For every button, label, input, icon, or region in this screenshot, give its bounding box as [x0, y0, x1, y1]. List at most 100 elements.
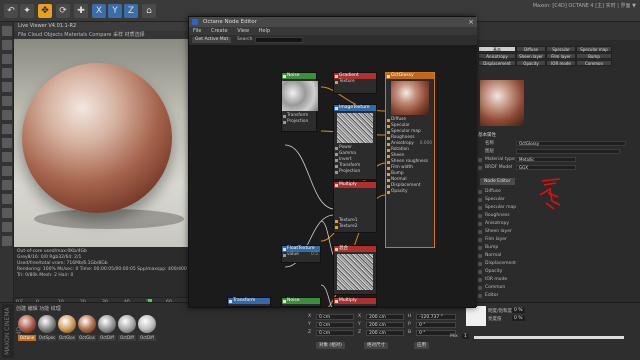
mix-field[interactable]: 1: [462, 334, 469, 339]
model-mode-icon[interactable]: [2, 40, 12, 50]
node-input[interactable]: Opacity: [386, 189, 434, 195]
node-multiply-2[interactable]: Multiply: [333, 297, 377, 307]
node-float-texture[interactable]: FloatTexture value 0.5: [281, 245, 321, 263]
tab-common[interactable]: Common: [576, 60, 612, 66]
channel-checkbox[interactable]: [478, 205, 482, 210]
node-noise-2[interactable]: Noise: [281, 297, 321, 307]
node-editor-titlebar[interactable]: Octane Node Editor ×: [189, 17, 477, 27]
channel-checkbox[interactable]: [478, 245, 482, 250]
node-transform[interactable]: Transform: [227, 297, 271, 307]
node-blend[interactable]: 混合: [333, 245, 377, 295]
material-label[interactable]: OctGlos: [58, 335, 76, 341]
rotation-p-field[interactable]: 0 °: [416, 322, 456, 328]
workplane-icon[interactable]: [2, 152, 12, 162]
material-swatch[interactable]: [58, 315, 76, 333]
solo-icon[interactable]: [2, 180, 12, 190]
tab-specular-map[interactable]: Specular map: [576, 46, 612, 52]
channel-checkbox[interactable]: [478, 237, 482, 242]
tab-anisotropy[interactable]: Anisotropy: [478, 53, 516, 59]
material-swatch[interactable]: [38, 315, 56, 333]
mix-slider[interactable]: [474, 336, 624, 339]
tab-ior-mode[interactable]: IOR mode: [546, 60, 576, 66]
material-swatch[interactable]: [78, 315, 96, 333]
color-swatch[interactable]: [466, 306, 486, 326]
lock-icon[interactable]: [2, 166, 12, 176]
live-selection-icon[interactable]: ✦: [20, 4, 34, 18]
material-label[interactable]: OctSpec: [38, 335, 56, 341]
menu-view[interactable]: View: [237, 28, 249, 34]
material-swatch[interactable]: [138, 315, 156, 333]
x-axis-icon[interactable]: X: [92, 4, 106, 18]
tab-sheen-layer[interactable]: Sheen layer: [516, 53, 546, 59]
tab-specular[interactable]: Specular: [546, 46, 576, 52]
position-x-field[interactable]: 0 cm: [316, 314, 354, 320]
tab-film-layer[interactable]: Film layer: [546, 53, 576, 59]
channel-checkbox[interactable]: [478, 261, 482, 266]
move-tool-icon[interactable]: ✥: [38, 4, 52, 18]
sculpt-icon[interactable]: [2, 208, 12, 218]
tab-displacement[interactable]: Displacement: [478, 60, 516, 66]
menu-create[interactable]: Create: [211, 28, 228, 34]
node-input[interactable]: Projection: [282, 119, 316, 125]
material-label[interactable]: OctDiff: [138, 335, 156, 341]
make-editable-icon[interactable]: [2, 26, 12, 36]
channel-checkbox[interactable]: [478, 213, 482, 218]
node-multiply[interactable]: Multiply Texture1 Texture2: [333, 181, 377, 233]
brightness-saturation-field[interactable]: 0 %: [512, 308, 525, 313]
channel-checkbox[interactable]: [478, 229, 482, 234]
node-octglossy-material[interactable]: OctGlossy Diffuse Specular Specular map …: [385, 72, 435, 248]
rotation-h-field[interactable]: -120.737 °: [416, 314, 456, 320]
scale-tool-icon[interactable]: ✚: [74, 4, 88, 18]
channel-checkbox[interactable]: [478, 285, 482, 290]
brdf-toggle[interactable]: [478, 165, 482, 170]
close-icon[interactable]: ×: [467, 18, 475, 26]
coord-mode-dropdown[interactable]: 对象 (相对): [316, 342, 345, 349]
tab-basic[interactable]: 基本: [478, 46, 516, 52]
tab-opacity[interactable]: Opacity: [516, 60, 546, 66]
node-input[interactable]: Texture2: [334, 224, 376, 230]
menu-help[interactable]: Help: [259, 28, 270, 34]
channel-checkbox[interactable]: [478, 221, 482, 226]
texture-mode-icon[interactable]: [2, 54, 12, 64]
menu-file[interactable]: File: [193, 28, 201, 34]
node-input[interactable]: value 0.5: [282, 252, 320, 258]
material-type-toggle[interactable]: [478, 157, 482, 162]
position-y-field[interactable]: 0 cm: [316, 322, 354, 328]
node-gradient[interactable]: Gradient Texture: [333, 72, 377, 94]
get-active-mat-button[interactable]: Get Active Mat: [192, 37, 232, 43]
channel-checkbox[interactable]: [478, 293, 482, 298]
material-label[interactable]: OctDiff: [118, 335, 136, 341]
material-type-dropdown[interactable]: Metallic: [516, 157, 576, 162]
apply-button[interactable]: 应用: [414, 342, 429, 349]
points-mode-icon[interactable]: [2, 68, 12, 78]
node-image-texture[interactable]: ImageTexture Power Gamma Invert Transfor…: [333, 104, 377, 180]
material-label[interactable]: OctDiff: [98, 335, 116, 341]
grid-icon[interactable]: [2, 194, 12, 204]
size-z-field[interactable]: 200 cm: [366, 330, 404, 336]
channel-checkbox[interactable]: [478, 253, 482, 258]
snap-icon[interactable]: [2, 138, 12, 148]
channel-checkbox[interactable]: [478, 197, 482, 202]
node-editor-button[interactable]: Node Editor: [480, 178, 515, 185]
brightness-field[interactable]: 0 %: [512, 316, 525, 321]
edges-mode-icon[interactable]: [2, 82, 12, 92]
tab-bump[interactable]: Bump: [576, 53, 612, 59]
polygons-mode-icon[interactable]: [2, 96, 12, 106]
tweak-mode-icon[interactable]: [2, 124, 12, 134]
channel-checkbox[interactable]: [478, 277, 482, 282]
rotate-tool-icon[interactable]: ⟳: [56, 4, 70, 18]
z-axis-icon[interactable]: Z: [124, 4, 138, 18]
size-x-field[interactable]: 200 cm: [366, 314, 404, 320]
material-label[interactable]: OctGlos: [78, 335, 96, 341]
layout-selector[interactable]: Maxon: [C4D] OCTANE 4 [主] 实时 | 界面 ▼: [533, 2, 636, 9]
channel-checkbox[interactable]: [478, 269, 482, 274]
layer-field[interactable]: [516, 149, 620, 154]
render-view[interactable]: [14, 39, 190, 247]
size-mode-dropdown[interactable]: 绝对尺寸: [364, 342, 388, 349]
name-field[interactable]: OctGlossy: [516, 141, 626, 146]
material-swatch[interactable]: [98, 315, 116, 333]
world-coord-icon[interactable]: ⌂: [142, 4, 156, 18]
material-menu[interactable]: 创建 编辑 功能 纹理: [16, 305, 61, 312]
undo-icon[interactable]: ↶: [4, 4, 18, 18]
node-input[interactable]: Texture: [334, 79, 376, 85]
